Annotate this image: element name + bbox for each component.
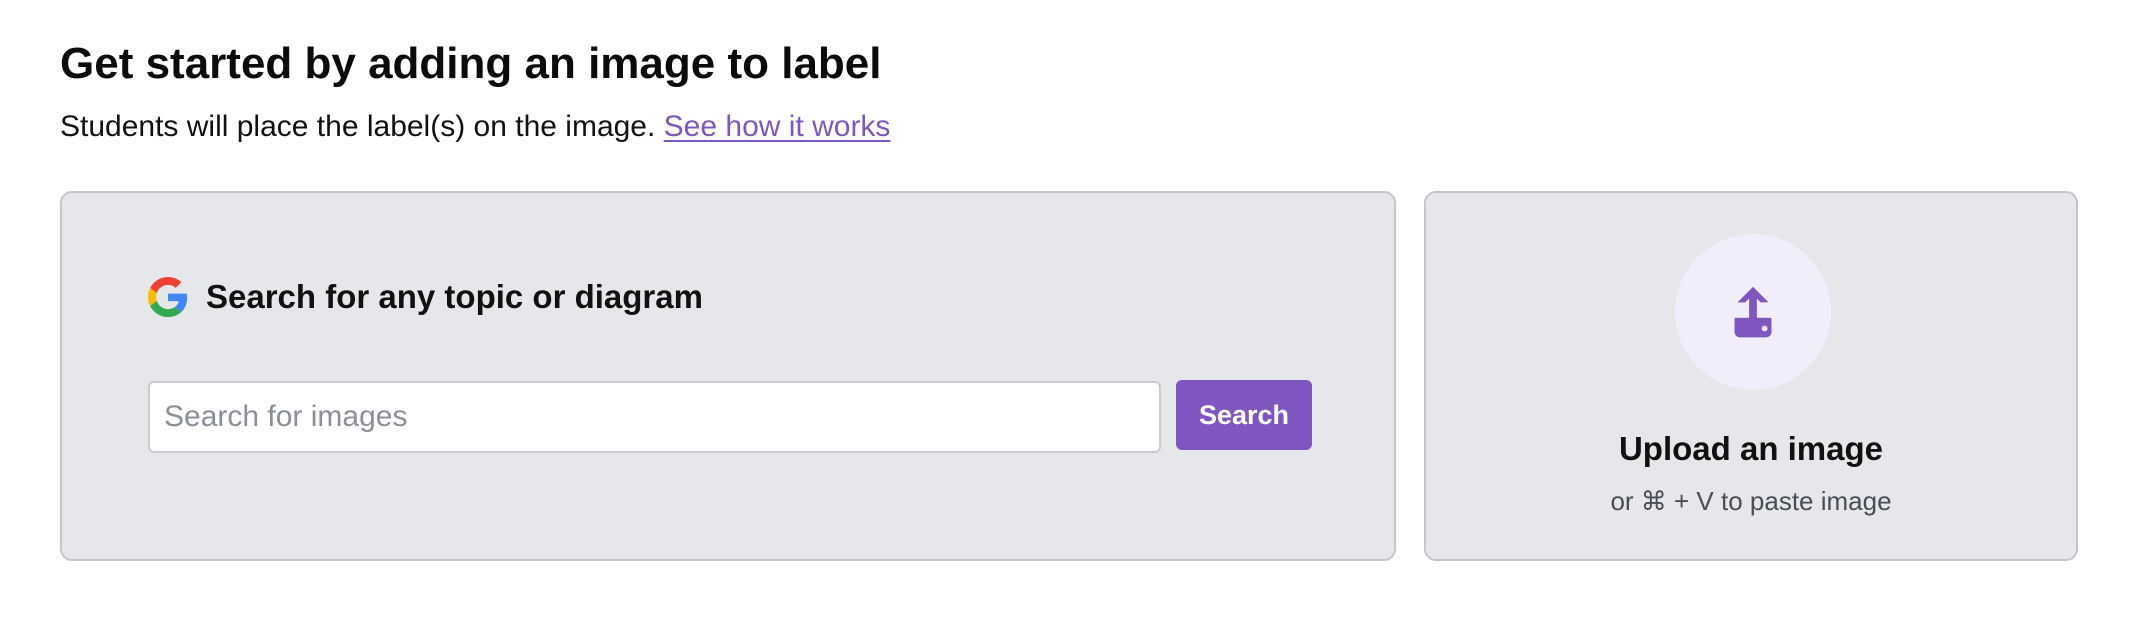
upload-icon-circle[interactable] [1675, 234, 1831, 390]
search-button[interactable]: Search [1176, 380, 1312, 450]
search-heading: Search for any topic or diagram [148, 275, 703, 319]
search-heading-text: Search for any topic or diagram [206, 278, 703, 315]
google-g-icon [148, 277, 188, 317]
image-search-input[interactable] [148, 381, 1161, 453]
upload-image-card[interactable]: Upload an image or ⌘ + V to paste image [1424, 191, 2078, 561]
page-subtitle: Students will place the label(s) on the … [60, 106, 890, 148]
see-how-it-works-link[interactable]: See how it works [664, 110, 891, 143]
paste-image-hint: or ⌘ + V to paste image [1610, 486, 1892, 516]
subtitle-text: Students will place the label(s) on the … [60, 110, 664, 143]
upload-icon [1734, 286, 1772, 338]
upload-image-title: Upload an image [1618, 430, 1884, 467]
page-title: Get started by adding an image to label [60, 39, 882, 88]
image-search-card: Search for any topic or diagram Search [60, 191, 1396, 561]
